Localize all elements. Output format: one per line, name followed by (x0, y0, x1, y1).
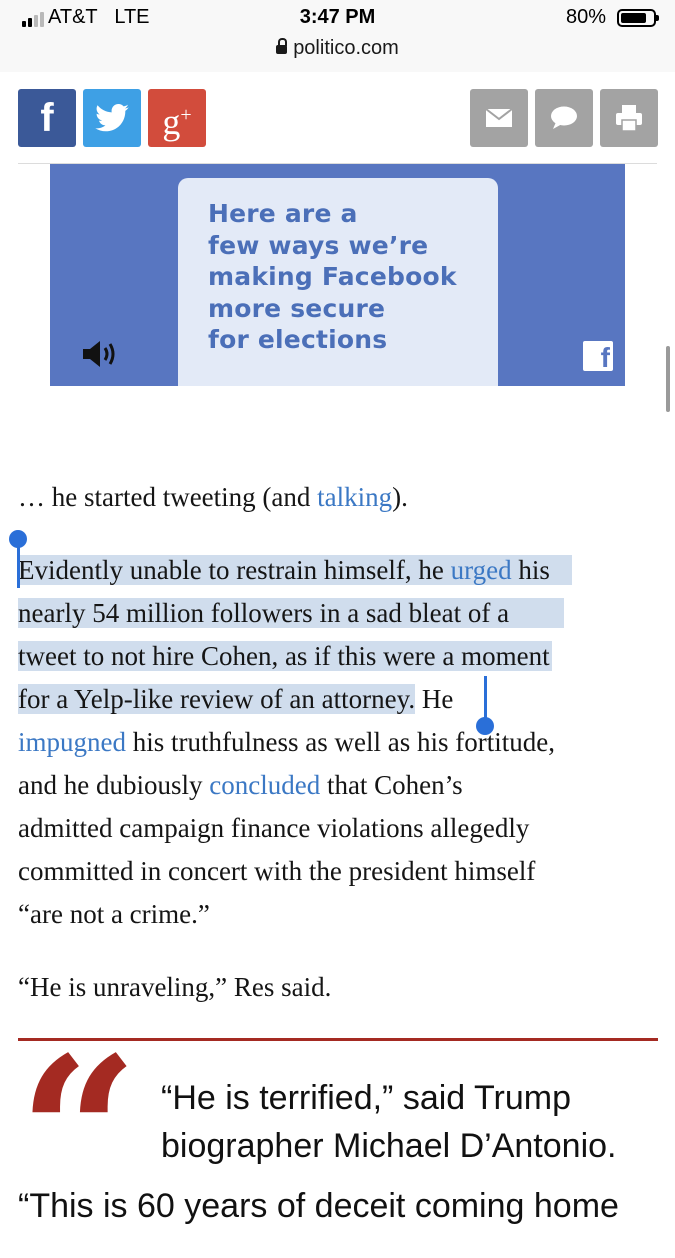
email-share-button[interactable] (470, 89, 528, 147)
google-plus-share-button[interactable]: g+ (148, 89, 206, 147)
article-paragraph: “He is unraveling,” Res said. (18, 972, 332, 1002)
article-paragraph-selected: Evidently unable to restrain himself, he… (18, 549, 658, 936)
print-button[interactable] (600, 89, 658, 147)
facebook-icon: f (40, 96, 54, 140)
speaker-icon[interactable] (81, 338, 121, 370)
printer-icon (616, 105, 642, 132)
concluded-link[interactable]: concluded (209, 770, 320, 800)
battery-icon (617, 9, 659, 27)
address-bar[interactable]: politico.com (0, 37, 675, 60)
selection-end-handle[interactable] (476, 717, 494, 735)
share-toolbar: f g+ (0, 72, 675, 164)
facebook-logo-icon: f (583, 341, 613, 373)
pull-quote: “He is terrified,” said Trump biographer… (161, 1079, 617, 1165)
ad-headline: Here are a few ways we’re making Faceboo… (208, 199, 457, 354)
article-paragraph: … he started tweeting (and talking). (18, 482, 408, 512)
facebook-share-button[interactable]: f (18, 89, 76, 147)
impugned-link[interactable]: impugned (18, 727, 126, 757)
talking-link[interactable]: talking (317, 482, 392, 512)
scrollbar[interactable] (666, 346, 670, 412)
selection-start-caret (17, 546, 20, 588)
comment-icon (551, 106, 577, 129)
twitter-icon (95, 104, 129, 132)
url-domain: politico.com (293, 37, 399, 59)
google-plus-icon: g+ (162, 101, 192, 142)
selection-end-caret (484, 676, 487, 718)
pull-quote-continued: “This is 60 years of deceit coming home (18, 1187, 619, 1225)
lock-icon (276, 38, 288, 54)
twitter-share-button[interactable] (83, 89, 141, 147)
battery-percent: 80% (566, 6, 607, 28)
facebook-video-ad[interactable]: Here are a few ways we’re making Faceboo… (50, 164, 625, 386)
urged-link[interactable]: urged (451, 555, 512, 585)
comment-button[interactable] (535, 89, 593, 147)
status-bar: AT&T LTE 3:47 PM 80% politico.com (0, 0, 675, 73)
mail-icon (485, 108, 513, 127)
